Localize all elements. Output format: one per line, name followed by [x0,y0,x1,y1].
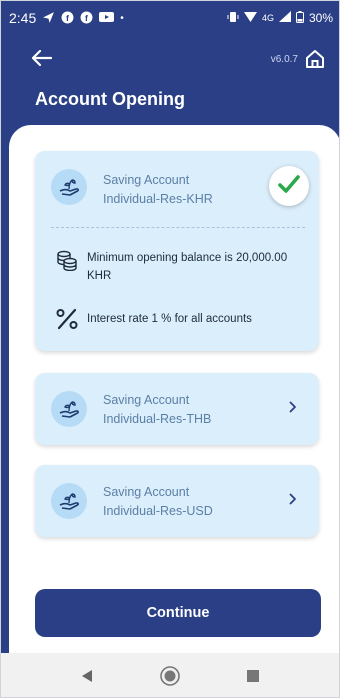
status-right: 4G 30% [227,10,333,26]
battery-percent: 30% [308,11,333,25]
account-name: Individual-Res-KHR [103,192,213,206]
account-info: Saving Account Individual-Res-USD [103,483,213,521]
percent-icon [55,307,79,331]
back-button[interactable] [29,49,55,71]
checkmark-icon [278,174,300,199]
notification-icon-2: f [80,11,93,26]
account-card-khr[interactable]: Saving Account Individual-Res-KHR Minimu… [35,151,319,351]
account-name: Individual-Res-USD [103,504,213,518]
svg-text:f: f [66,12,69,22]
status-left: 2:45 f f • [9,10,124,26]
chevron-right-icon [289,400,297,417]
svg-text:f: f [85,12,88,22]
status-bar: 2:45 f f • 4G 30% [1,1,339,35]
arrow-left-icon [31,49,53,71]
dashed-divider [51,227,305,228]
notification-icon-1: f [61,11,74,26]
continue-button[interactable]: Continue [35,589,321,637]
nav-recents-button[interactable] [238,661,268,691]
status-time: 2:45 [9,10,37,26]
navigation-arrow-icon [42,11,55,26]
coins-icon [55,249,79,271]
signal-icon [278,11,291,25]
account-card-usd[interactable]: Saving Account Individual-Res-USD [35,465,319,537]
header: v6.0.7 Account Opening [1,35,339,125]
app-screen: 2:45 f f • 4G 30% v6.0.7 Account Opening… [0,0,340,698]
savings-plant-icon [51,169,87,205]
selected-indicator [269,166,309,206]
nav-back-button[interactable] [72,661,102,691]
account-type: Saving Account [103,173,190,187]
interest-text: Interest rate 1 % for all accounts [87,313,252,325]
content-sheet: Saving Account Individual-Res-KHR Minimu… [9,125,339,653]
min-balance-text: Minimum opening balance is 20,000.00 KHR [87,252,288,282]
status-dot-icon: • [120,12,124,24]
vibrate-icon [227,11,239,26]
interest-row: Interest rate 1 % for all accounts [55,307,307,331]
nav-home-button[interactable] [155,661,185,691]
home-button[interactable] [303,49,327,73]
min-balance-row: Minimum opening balance is 20,000.00 KHR [55,249,307,285]
app-version: v6.0.7 [270,54,298,65]
account-info: Saving Account Individual-Res-KHR [103,171,213,209]
account-type: Saving Account [103,393,190,407]
network-type: 4G [261,13,274,23]
wifi-icon [243,11,257,26]
savings-plant-icon [51,483,87,519]
account-name: Individual-Res-THB [103,412,212,426]
page-title: Account Opening [35,89,185,109]
account-info: Saving Account Individual-Res-THB [103,391,211,429]
account-card-thb[interactable]: Saving Account Individual-Res-THB [35,373,319,445]
system-nav-bar [1,653,339,697]
savings-plant-icon [51,391,87,427]
home-icon [304,48,326,75]
video-icon [99,11,115,25]
battery-icon [295,10,304,26]
chevron-right-icon [289,492,297,509]
account-type: Saving Account [103,485,190,499]
